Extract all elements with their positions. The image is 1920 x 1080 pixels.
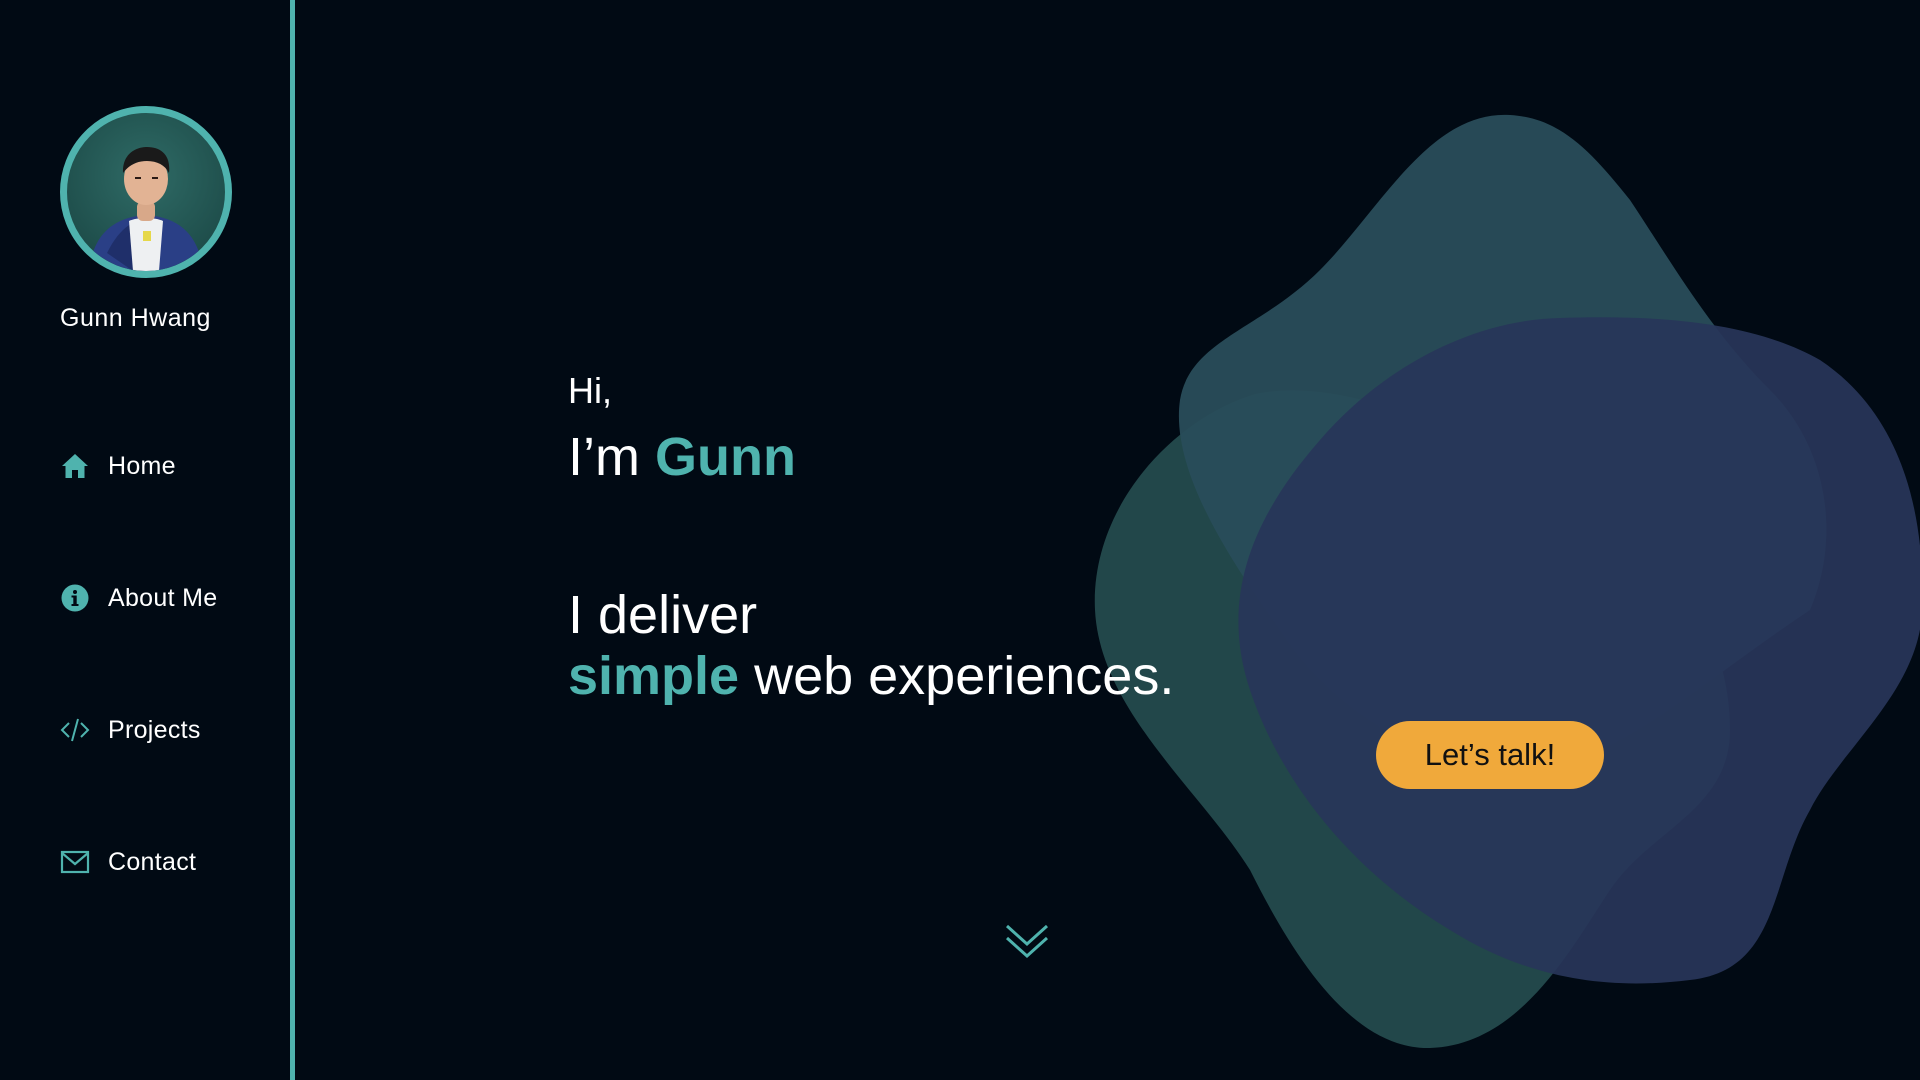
mail-icon bbox=[60, 847, 90, 877]
tagline-accent: simple bbox=[568, 646, 740, 706]
page: Gunn Hwang Home About Me Projects Contac… bbox=[0, 0, 1920, 1080]
decorative-blobs bbox=[1050, 90, 1920, 1080]
nav-label-projects: Projects bbox=[108, 715, 201, 744]
code-icon bbox=[60, 715, 90, 745]
sidebar-divider bbox=[290, 0, 295, 1080]
nav-label-about-me: About Me bbox=[108, 583, 218, 612]
intro-prefix: I’m bbox=[568, 427, 655, 487]
lets-talk-button[interactable]: Let’s talk! bbox=[1376, 721, 1604, 789]
nav-item-projects[interactable]: Projects bbox=[60, 713, 201, 747]
intro-heading: I’m Gunn bbox=[568, 426, 796, 488]
nav-item-contact[interactable]: Contact bbox=[60, 845, 196, 879]
greeting: Hi, bbox=[568, 370, 612, 411]
avatar-photo bbox=[89, 147, 203, 271]
double-chevron-down-icon[interactable] bbox=[1003, 918, 1051, 962]
nav-item-home[interactable]: Home bbox=[60, 449, 176, 483]
tagline-rest: web experiences. bbox=[739, 646, 1175, 706]
home-icon bbox=[60, 451, 90, 481]
tagline-line1: I deliver bbox=[568, 585, 758, 645]
info-icon bbox=[60, 583, 90, 613]
nav-label-contact: Contact bbox=[108, 847, 197, 876]
avatar bbox=[60, 106, 232, 278]
intro-name: Gunn bbox=[655, 427, 796, 487]
profile-name: Gunn Hwang bbox=[60, 304, 211, 332]
nav-label-home: Home bbox=[108, 451, 176, 480]
nav-item-about-me[interactable]: About Me bbox=[60, 581, 217, 615]
tagline-line2: simple web experiences. bbox=[568, 645, 1174, 707]
sidebar: Gunn Hwang Home About Me Projects Contac… bbox=[0, 0, 290, 1080]
